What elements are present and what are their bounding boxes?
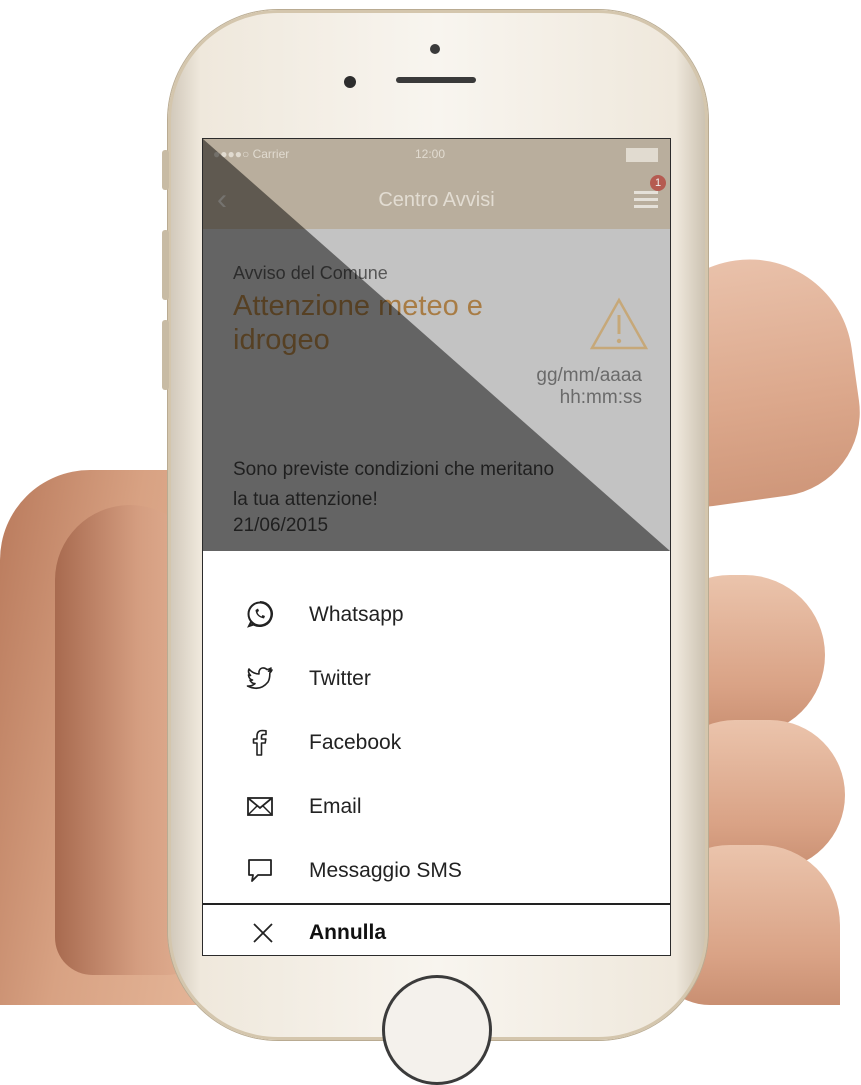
share-email[interactable]: Email [203,777,670,833]
share-facebook-label: Facebook [309,731,402,754]
volume-down-button [162,320,169,390]
notice-body-date: 21/06/2015 [233,515,329,536]
battery-icon [626,148,658,162]
navigation-bar: ‹ Centro Avvisi 1 [203,169,670,229]
facebook-icon [252,729,267,756]
earpiece-speaker [396,77,476,83]
share-sms[interactable]: Messaggio SMS [203,841,670,897]
status-bar: ●●●●○ Carrier 12:00 [203,139,670,169]
email-icon [247,797,273,816]
notice-source: Avviso del Comune [233,263,388,283]
notice-content: Avviso del Comune Attenzione meteo e idr… [203,229,670,551]
mute-switch [162,150,169,190]
close-icon [253,923,273,943]
page-title: Centro Avvisi [378,189,495,211]
phone-screen: ●●●●○ Carrier 12:00 ‹ Centro Avvisi 1 Av… [202,138,671,956]
share-whatsapp-label: Whatsapp [309,603,404,626]
whatsapp-icon [247,601,273,628]
share-email-label: Email [309,795,362,818]
notice-time: hh:mm:ss [559,387,642,408]
notice-datetime: gg/mm/aaaa hh:mm:ss [536,365,642,409]
proximity-sensor [344,76,356,88]
front-camera [430,44,440,54]
volume-up-button [162,230,169,300]
share-sheet: Whatsapp Twitter Facebook Email Messaggi… [203,551,670,955]
cancel-label: Annulla [309,921,386,944]
share-twitter-label: Twitter [309,667,371,690]
notice-date: gg/mm/aaaa [536,365,642,386]
notification-badge: 1 [650,175,666,191]
warning-triangle-icon [589,297,649,350]
sms-icon [248,859,272,882]
share-facebook[interactable]: Facebook [203,713,670,769]
share-whatsapp[interactable]: Whatsapp [203,585,670,641]
share-sms-label: Messaggio SMS [309,859,462,882]
share-twitter[interactable]: Twitter [203,649,670,705]
home-button[interactable] [382,975,492,1085]
notice-body: Sono previste condizioni che meritano la… [233,459,555,510]
notice-title: Attenzione meteo e idrogeo [233,290,483,356]
cancel-button[interactable]: Annulla [203,903,670,955]
carrier-label: ●●●●○ Carrier [213,147,290,161]
clock-label: 12:00 [415,147,446,161]
twitter-icon [246,667,273,690]
